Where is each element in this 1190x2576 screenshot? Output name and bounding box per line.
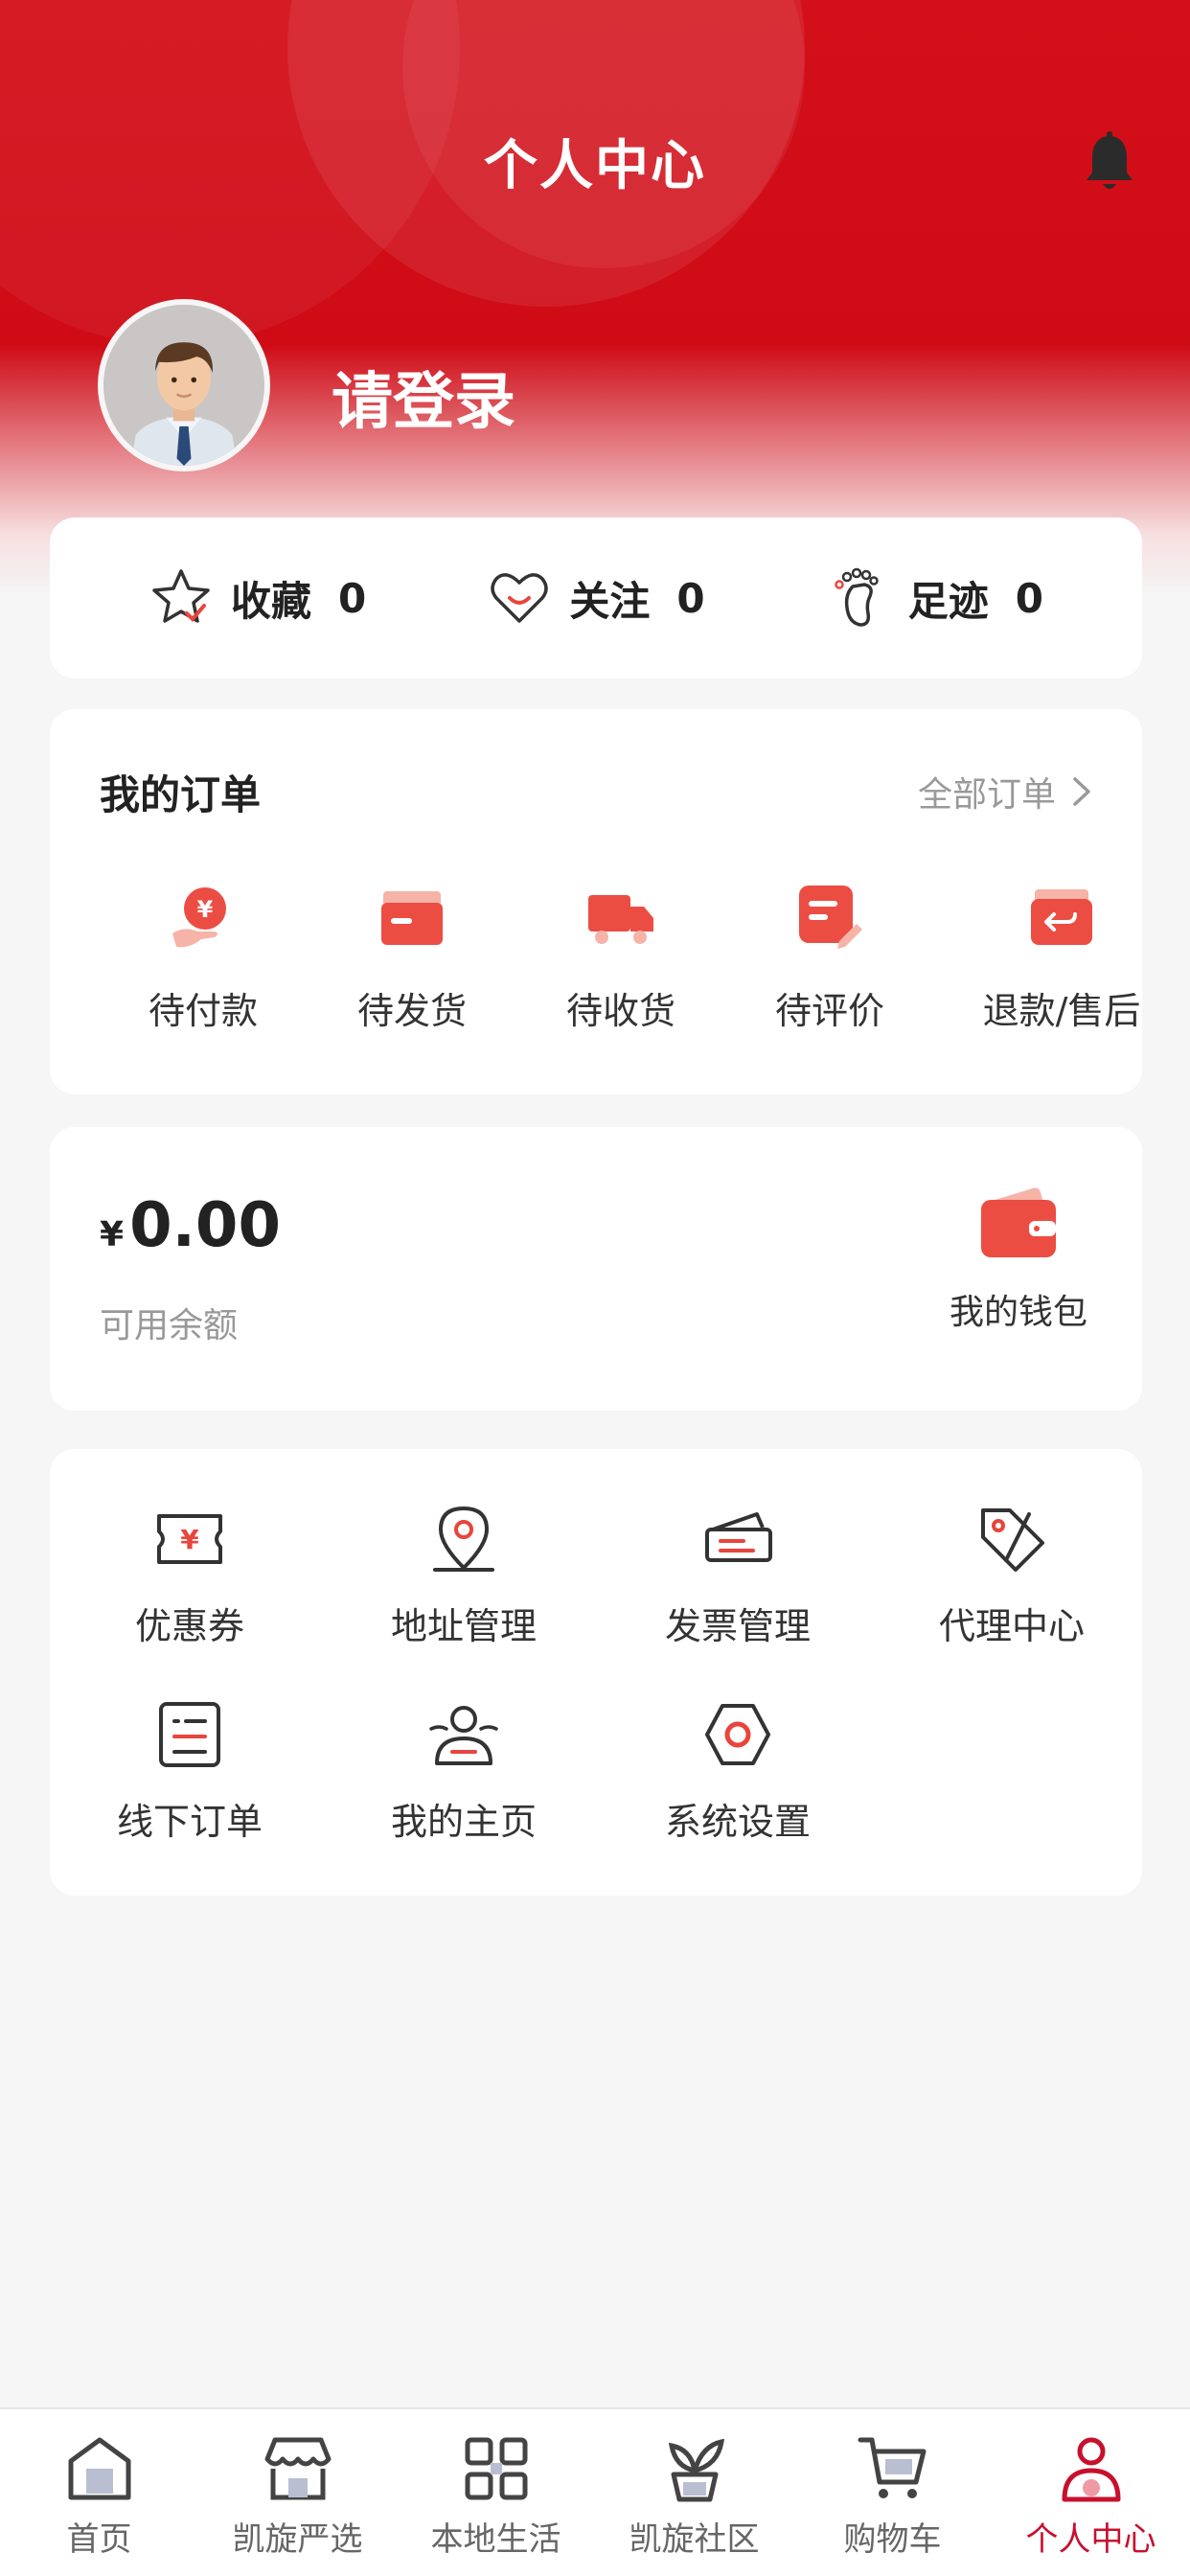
location-icon	[433, 1506, 494, 1572]
orders-card: 我的订单 全部订单 ¥ 待付款 待发货 待收货 待评价 退款/售后	[50, 709, 1142, 1094]
tool-my-homepage[interactable]: 我的主页	[358, 1696, 569, 1845]
svg-text:¥: ¥	[180, 1524, 199, 1555]
tool-invoice[interactable]: 发票管理	[632, 1501, 843, 1649]
tab-label: 凯旋严选	[232, 2520, 363, 2559]
tab-profile[interactable]: 个人中心	[992, 2432, 1190, 2560]
tools-card: ¥ 优惠券 地址管理 发票管理 代理中心 线下订单 我的主页 系统设置	[50, 1449, 1142, 1896]
order-refund[interactable]: 退款/售后	[956, 882, 1167, 1034]
avatar[interactable]	[98, 299, 270, 472]
bell-icon[interactable]	[1081, 130, 1138, 194]
coupon-icon: ¥	[157, 1514, 222, 1564]
order-status-row: ¥ 待付款 待发货 待收货 待评价 退款/售后	[50, 882, 1142, 1073]
order-status-label: 待发货	[356, 990, 467, 1032]
tool-label: 系统设置	[664, 1801, 811, 1843]
tab-community[interactable]: 凯旋社区	[595, 2432, 793, 2560]
svg-text:¥: ¥	[197, 896, 214, 923]
all-orders-label: 全部订单	[917, 775, 1056, 815]
currency-symbol: ¥	[100, 1215, 125, 1254]
tool-system-settings[interactable]: 系统设置	[632, 1696, 843, 1845]
home-icon	[68, 2437, 130, 2500]
tab-label: 购物车	[843, 2520, 942, 2559]
tab-selected-store[interactable]: 凯旋严选	[198, 2432, 397, 2560]
store-icon	[264, 2437, 331, 2500]
stats-card: 收藏 0 关注 0 足迹 0	[50, 518, 1142, 678]
person-icon	[429, 1706, 498, 1765]
stat-label: 收藏	[231, 577, 312, 625]
tab-cart[interactable]: 购物车	[793, 2432, 992, 2560]
stat-favorites[interactable]: 收藏 0	[149, 565, 366, 631]
tab-label: 本地生活	[430, 2520, 561, 2559]
order-status-label: 待收货	[565, 990, 675, 1032]
tool-agent-center[interactable]: 代理中心	[906, 1501, 1117, 1649]
bottom-tab-bar: 首页 凯旋严选 本地生活 凯旋社区 购物车 个人中心	[0, 2407, 1190, 2576]
order-pending-shipment[interactable]: 待发货	[307, 882, 517, 1034]
tag-icon	[981, 1508, 1044, 1572]
stat-count: 0	[676, 574, 705, 622]
payment-icon: ¥	[172, 887, 226, 948]
wallet-label: 我的钱包	[949, 1293, 1087, 1332]
tab-local-life[interactable]: 本地生活	[397, 2432, 595, 2560]
chevron-right-icon	[1073, 777, 1090, 806]
stat-footprints[interactable]: 足迹 0	[826, 565, 1043, 631]
order-pending-review[interactable]: 待评价	[724, 882, 935, 1034]
settings-icon	[705, 1704, 770, 1765]
grid-icon	[465, 2437, 527, 2500]
stat-following[interactable]: 关注 0	[487, 565, 705, 631]
tool-coupons[interactable]: ¥ 优惠券	[84, 1501, 295, 1649]
order-status-label: 待付款	[148, 990, 258, 1032]
order-status-label: 待评价	[774, 990, 884, 1032]
profile-header: 个人中心 请登录	[0, 0, 1190, 594]
wallet-card: ¥ 0.00 可用余额 我的钱包	[50, 1127, 1142, 1411]
tab-label: 个人中心	[1025, 2520, 1156, 2559]
tool-label: 优惠券	[134, 1605, 244, 1647]
star-icon	[152, 569, 210, 623]
login-prompt[interactable]: 请登录	[332, 353, 515, 441]
list-icon	[159, 1702, 220, 1767]
invoice-icon	[705, 1512, 772, 1562]
tool-label: 我的主页	[390, 1801, 537, 1843]
tab-label: 凯旋社区	[629, 2520, 760, 2559]
tool-label: 发票管理	[664, 1605, 811, 1647]
tool-label: 代理中心	[938, 1605, 1085, 1647]
order-pending-payment[interactable]: ¥ 待付款	[98, 882, 309, 1034]
tool-address[interactable]: 地址管理	[358, 1501, 569, 1649]
wallet-icon	[981, 1187, 1056, 1257]
tool-offline-orders[interactable]: 线下订单	[84, 1696, 295, 1845]
review-icon	[799, 886, 862, 949]
stat-label: 关注	[569, 577, 651, 625]
stat-count: 0	[1015, 574, 1043, 622]
plant-icon	[668, 2438, 724, 2502]
profile-page: 个人中心 请登录 收藏 0 关注 0 足迹 0 我的订单 全部订单 ¥ 待付款 …	[0, 0, 1190, 2576]
page-title: 个人中心	[484, 135, 706, 197]
user-avatar-icon	[103, 305, 264, 466]
tool-label: 线下订单	[116, 1801, 263, 1843]
profile-icon	[1062, 2437, 1120, 2502]
tab-home[interactable]: 首页	[0, 2432, 198, 2560]
stat-count: 0	[338, 574, 367, 622]
my-wallet-button[interactable]: 我的钱包	[937, 1183, 1100, 1334]
footprint-icon	[834, 567, 879, 627]
stat-label: 足迹	[907, 577, 989, 625]
truck-icon	[588, 895, 653, 944]
cart-icon	[858, 2437, 926, 2498]
box-icon	[381, 891, 443, 945]
heart-icon	[491, 573, 549, 623]
refund-icon	[1031, 889, 1092, 945]
all-orders-link[interactable]: 全部订单	[918, 767, 1094, 816]
balance-amount: ¥ 0.00	[100, 1190, 281, 1261]
order-status-label: 退款/售后	[982, 990, 1141, 1032]
tool-label: 地址管理	[390, 1605, 537, 1647]
order-pending-receipt[interactable]: 待收货	[515, 882, 726, 1034]
balance-value: 0.00	[129, 1190, 281, 1261]
tab-label: 首页	[66, 2520, 132, 2559]
orders-title: 我的订单	[100, 771, 262, 818]
balance-label: 可用余额	[100, 1306, 239, 1346]
